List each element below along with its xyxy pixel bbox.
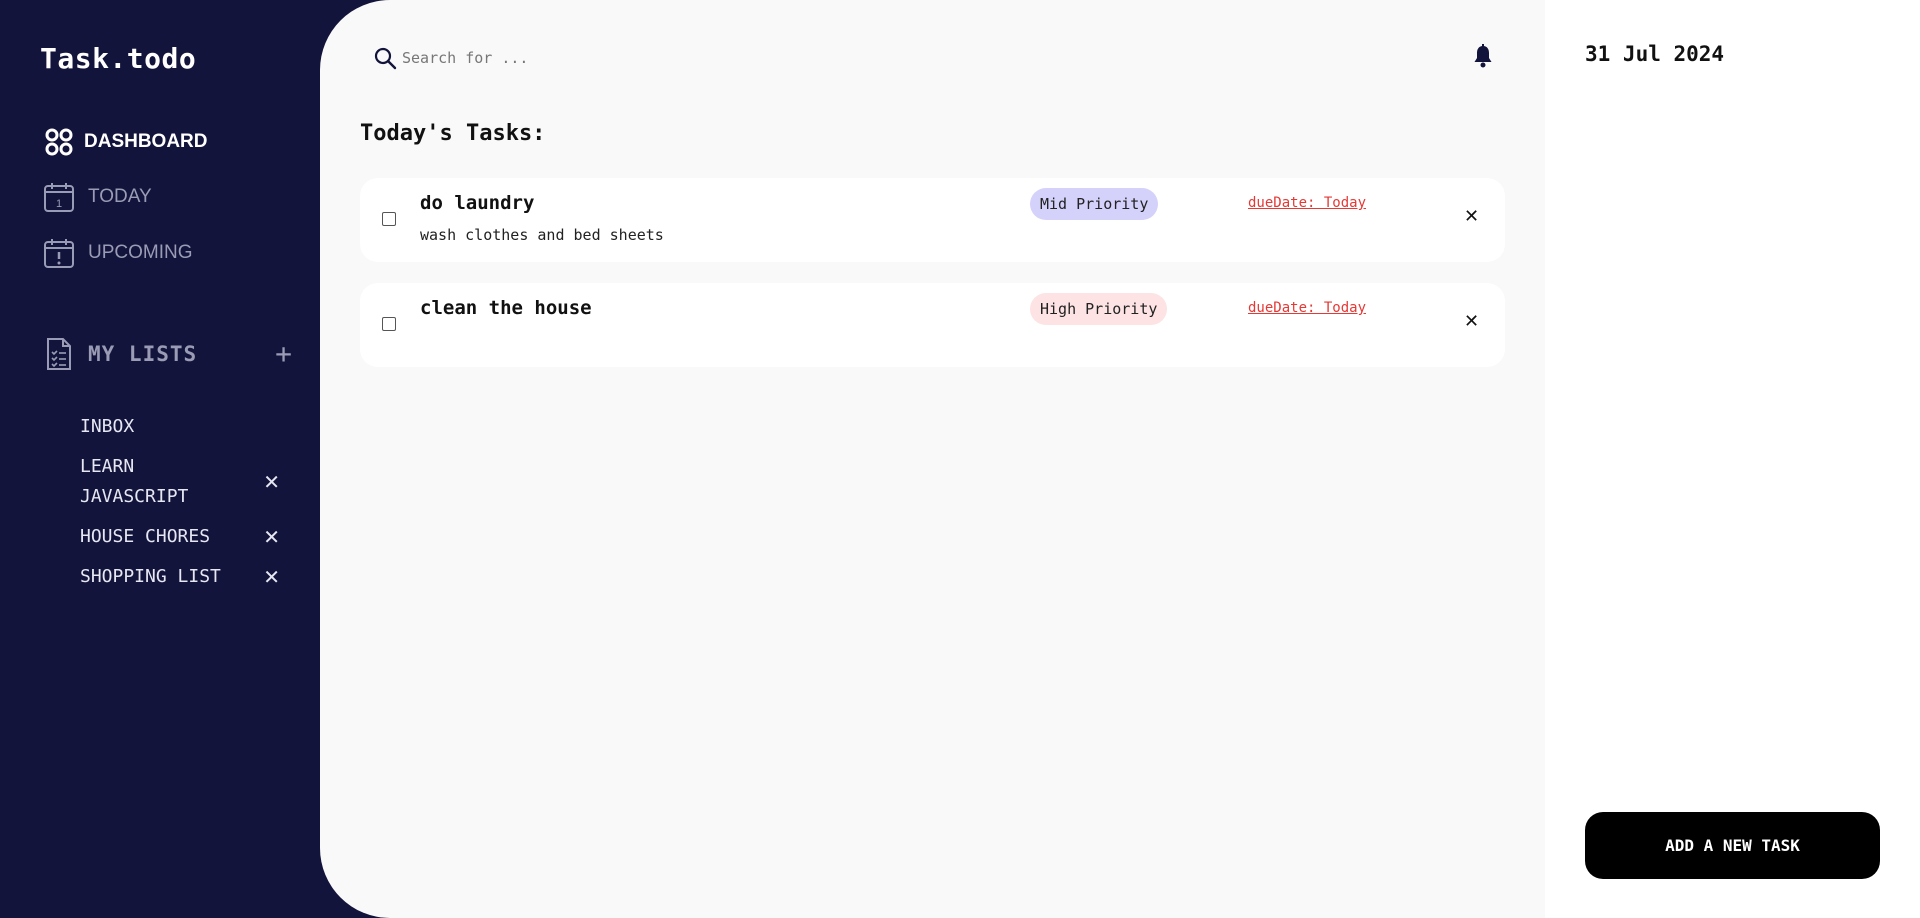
task-card[interactable]: do laundry wash clothes and bed sheets M… xyxy=(360,178,1505,262)
task-checkbox[interactable] xyxy=(382,212,396,226)
task-title: do laundry xyxy=(420,192,535,214)
task-description: wash clothes and bed sheets xyxy=(420,226,664,244)
main-panel: Today's Tasks: do laundry wash clothes a… xyxy=(320,0,1545,918)
delete-list-button[interactable]: ✕ xyxy=(263,467,280,497)
nav-today-label: TODAY xyxy=(88,186,152,207)
add-list-button[interactable]: + xyxy=(275,340,292,368)
current-date: 31 Jul 2024 xyxy=(1585,42,1725,66)
my-lists-title: MY LISTS xyxy=(88,342,198,366)
checklist-document-icon xyxy=(42,335,76,373)
right-panel: 31 Jul 2024 ADD A NEW TASK xyxy=(1545,0,1920,918)
search-icon[interactable] xyxy=(372,45,398,71)
svg-text:1: 1 xyxy=(56,198,62,210)
add-task-button[interactable]: ADD A NEW TASK xyxy=(1585,812,1880,879)
delete-task-button[interactable]: ✕ xyxy=(1464,311,1479,332)
delete-list-button[interactable]: ✕ xyxy=(263,562,280,592)
priority-badge: High Priority xyxy=(1030,293,1168,325)
list-item-inbox[interactable]: INBOX xyxy=(80,412,280,442)
my-lists-header: MY LISTS + xyxy=(42,335,292,373)
calendar-day-icon: 1 xyxy=(42,180,76,214)
task-checkbox[interactable] xyxy=(382,317,396,331)
search-bar xyxy=(372,44,872,72)
task-title: clean the house xyxy=(420,297,592,319)
bell-icon[interactable] xyxy=(1472,44,1496,68)
nav-dashboard[interactable]: DASHBOARD xyxy=(42,125,208,159)
list-item-house-chores[interactable]: HOUSE CHORES ✕ xyxy=(80,522,280,552)
list-item-label: SHOPPING LIST xyxy=(80,566,221,587)
nav-today[interactable]: 1 TODAY xyxy=(42,180,152,214)
nav-dashboard-label: DASHBOARD xyxy=(84,131,208,152)
my-lists: INBOX LEARN JAVASCRIPT ✕ HOUSE CHORES ✕ … xyxy=(80,412,280,602)
dashboard-icon xyxy=(42,125,76,159)
list-item-shopping-list[interactable]: SHOPPING LIST ✕ xyxy=(80,562,280,592)
delete-task-button[interactable]: ✕ xyxy=(1464,206,1479,227)
list-item-label: INBOX xyxy=(80,416,135,437)
priority-badge: Mid Priority xyxy=(1030,188,1159,220)
delete-list-button[interactable]: ✕ xyxy=(263,522,280,552)
page-title: Today's Tasks: xyxy=(360,121,546,146)
task-card[interactable]: clean the house High Priority dueDate: T… xyxy=(360,283,1505,367)
search-input[interactable] xyxy=(402,49,802,67)
nav-upcoming[interactable]: UPCOMING xyxy=(42,236,193,270)
due-date-link[interactable]: dueDate: Today xyxy=(1248,300,1366,316)
calendar-alert-icon xyxy=(42,236,76,270)
app-logo[interactable]: Task.todo xyxy=(40,42,196,75)
nav-upcoming-label: UPCOMING xyxy=(88,242,193,263)
list-item-label: LEARN JAVASCRIPT xyxy=(80,456,189,507)
list-item-learn-javascript[interactable]: LEARN JAVASCRIPT ✕ xyxy=(80,452,280,512)
sidebar: Task.todo DASHBOARD 1 TODAY UPCOMING MY … xyxy=(0,0,322,918)
list-item-label: HOUSE CHORES xyxy=(80,526,211,547)
due-date-link[interactable]: dueDate: Today xyxy=(1248,195,1366,211)
